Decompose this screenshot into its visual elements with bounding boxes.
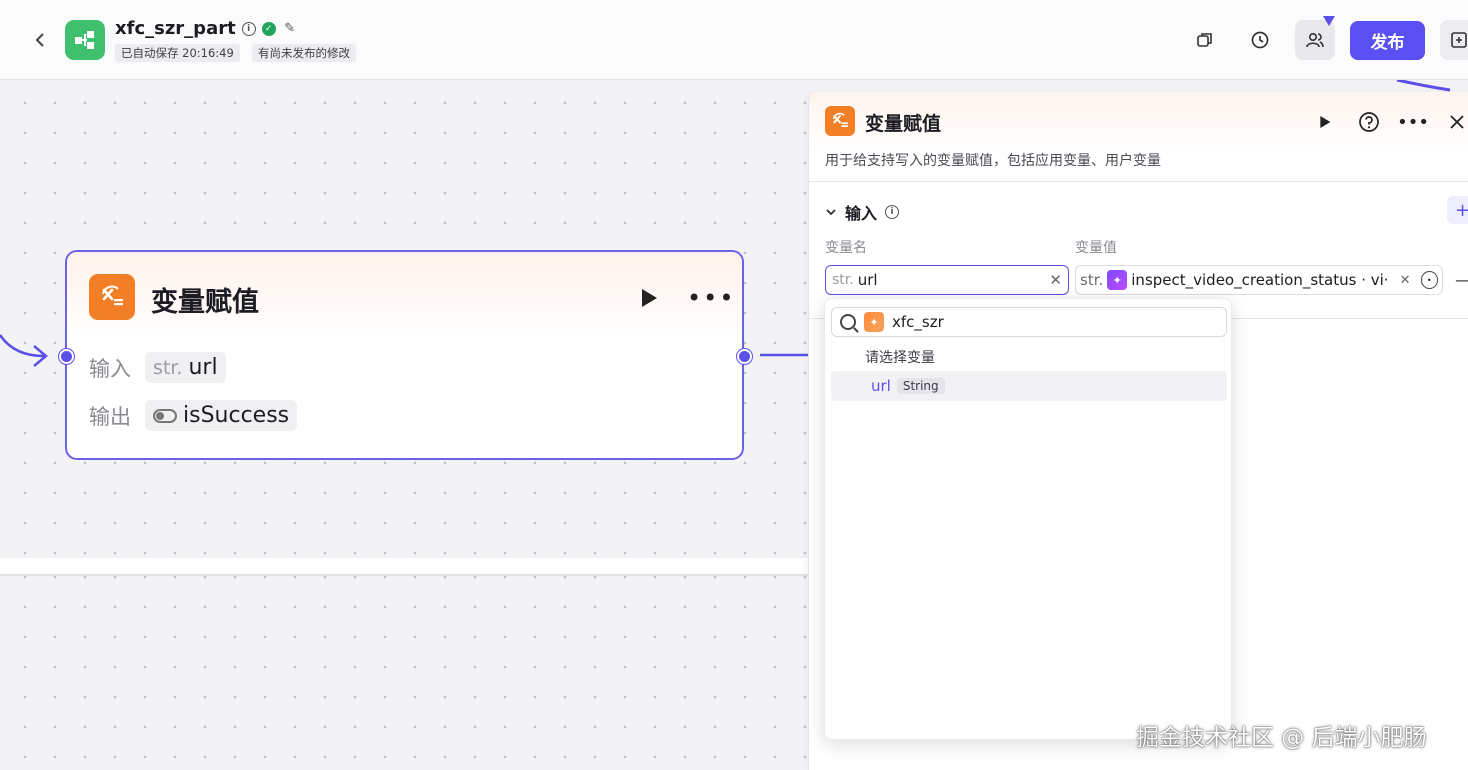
plugin-icon: ✦	[1107, 270, 1128, 290]
variable-value-text: inspect_video_creation_status · vi···	[1131, 271, 1390, 289]
node-input-row: 输入 str. url	[89, 352, 226, 383]
type-label: str.	[832, 272, 854, 288]
autosave-tag: 已自动保存 20:16:49	[115, 44, 240, 62]
list-item[interactable]: url String	[831, 371, 1227, 401]
node-output-chip: isSuccess	[145, 400, 298, 431]
history-icon[interactable]	[1240, 20, 1280, 60]
app-title: xfc_szr_part i ✓ ✎	[115, 18, 298, 39]
variable-search-input[interactable]: ✦ xfc_szr	[831, 307, 1227, 337]
variable-assign-icon	[89, 274, 135, 320]
remove-row-icon[interactable]: —	[1455, 270, 1468, 291]
edit-icon[interactable]: ✎	[282, 21, 298, 36]
clear-icon[interactable]: ✕	[1400, 273, 1411, 288]
clear-icon[interactable]: ✕	[1049, 271, 1062, 289]
back-icon[interactable]	[26, 26, 54, 54]
verified-icon: ✓	[261, 21, 276, 36]
copy-icon[interactable]	[1185, 20, 1225, 60]
boolean-icon	[153, 408, 177, 423]
run-icon[interactable]	[637, 286, 661, 310]
app-name-text: xfc_szr_part	[115, 18, 236, 39]
input-port[interactable]	[59, 349, 74, 364]
variable-name-value: url	[857, 271, 878, 289]
type-label: str.	[1080, 271, 1104, 289]
publish-button[interactable]: 发布	[1350, 21, 1425, 60]
workflow-canvas-lower[interactable]	[0, 574, 810, 770]
users-icon[interactable]	[1295, 16, 1335, 60]
node-output-row: 输出 isSuccess	[89, 400, 298, 431]
variable-option-name: url	[871, 377, 891, 395]
panel-description: 用于给支持写入的变量赋值，包括应用变量、用户变量	[825, 153, 1161, 169]
chevron-down-icon[interactable]	[825, 206, 837, 218]
variable-name-input[interactable]: str. url ✕	[825, 265, 1069, 295]
variable-option-type: String	[896, 378, 945, 394]
variable-value-field[interactable]: str. ✦ inspect_video_creation_status · v…	[1075, 265, 1443, 295]
more-icon[interactable]: •••	[687, 284, 735, 312]
watermark: 掘金技术社区 @ 后端小肥肠	[1136, 725, 1427, 751]
type-label: str.	[153, 356, 183, 379]
more-icon[interactable]: •••	[1397, 108, 1429, 136]
node-input-label: 输入	[89, 356, 131, 381]
node-title: 变量赋值	[151, 287, 259, 318]
help-icon[interactable]	[1355, 108, 1383, 136]
node-output-value: isSuccess	[183, 403, 290, 428]
column-value-label: 变量值	[1075, 240, 1117, 256]
search-icon	[840, 314, 856, 330]
column-name-label: 变量名	[825, 240, 867, 256]
variable-assign-icon	[825, 106, 855, 136]
app-icon	[65, 20, 105, 60]
canvas-divider	[0, 558, 810, 574]
info-icon[interactable]: i	[885, 205, 900, 219]
panel-title: 变量赋值	[865, 113, 942, 135]
unpublished-tag: 有尚未发布的修改	[252, 44, 356, 62]
node-input-chip: str. url	[145, 352, 226, 383]
output-port[interactable]	[737, 349, 752, 364]
search-value: xfc_szr	[892, 313, 944, 331]
target-icon[interactable]: •	[1420, 271, 1438, 289]
edge-line-top	[1396, 78, 1451, 92]
add-variable-button[interactable]: +	[1447, 196, 1468, 224]
premium-badge-icon	[1323, 16, 1335, 26]
input-section-header[interactable]: 输入 i	[825, 200, 900, 224]
workflow-source-icon: ✦	[864, 312, 884, 332]
input-section-title: 输入	[845, 204, 878, 223]
panel-toggle-icon[interactable]	[1440, 20, 1468, 60]
dropdown-hint: 请选择变量	[865, 350, 935, 366]
node-output-label: 输出	[89, 404, 131, 429]
variable-picker-dropdown: ✦ xfc_szr 请选择变量 url String	[824, 298, 1232, 740]
info-icon[interactable]: i	[241, 21, 256, 36]
variable-assign-node[interactable]: 变量赋值 ••• 输入 str. url 输出 isSuccess	[65, 250, 744, 460]
run-icon[interactable]	[1311, 108, 1339, 136]
top-bar: xfc_szr_part i ✓ ✎ 已自动保存 20:16:49 有尚未发布的…	[0, 0, 1468, 80]
close-icon[interactable]	[1443, 108, 1468, 136]
node-input-value: url	[188, 355, 218, 380]
